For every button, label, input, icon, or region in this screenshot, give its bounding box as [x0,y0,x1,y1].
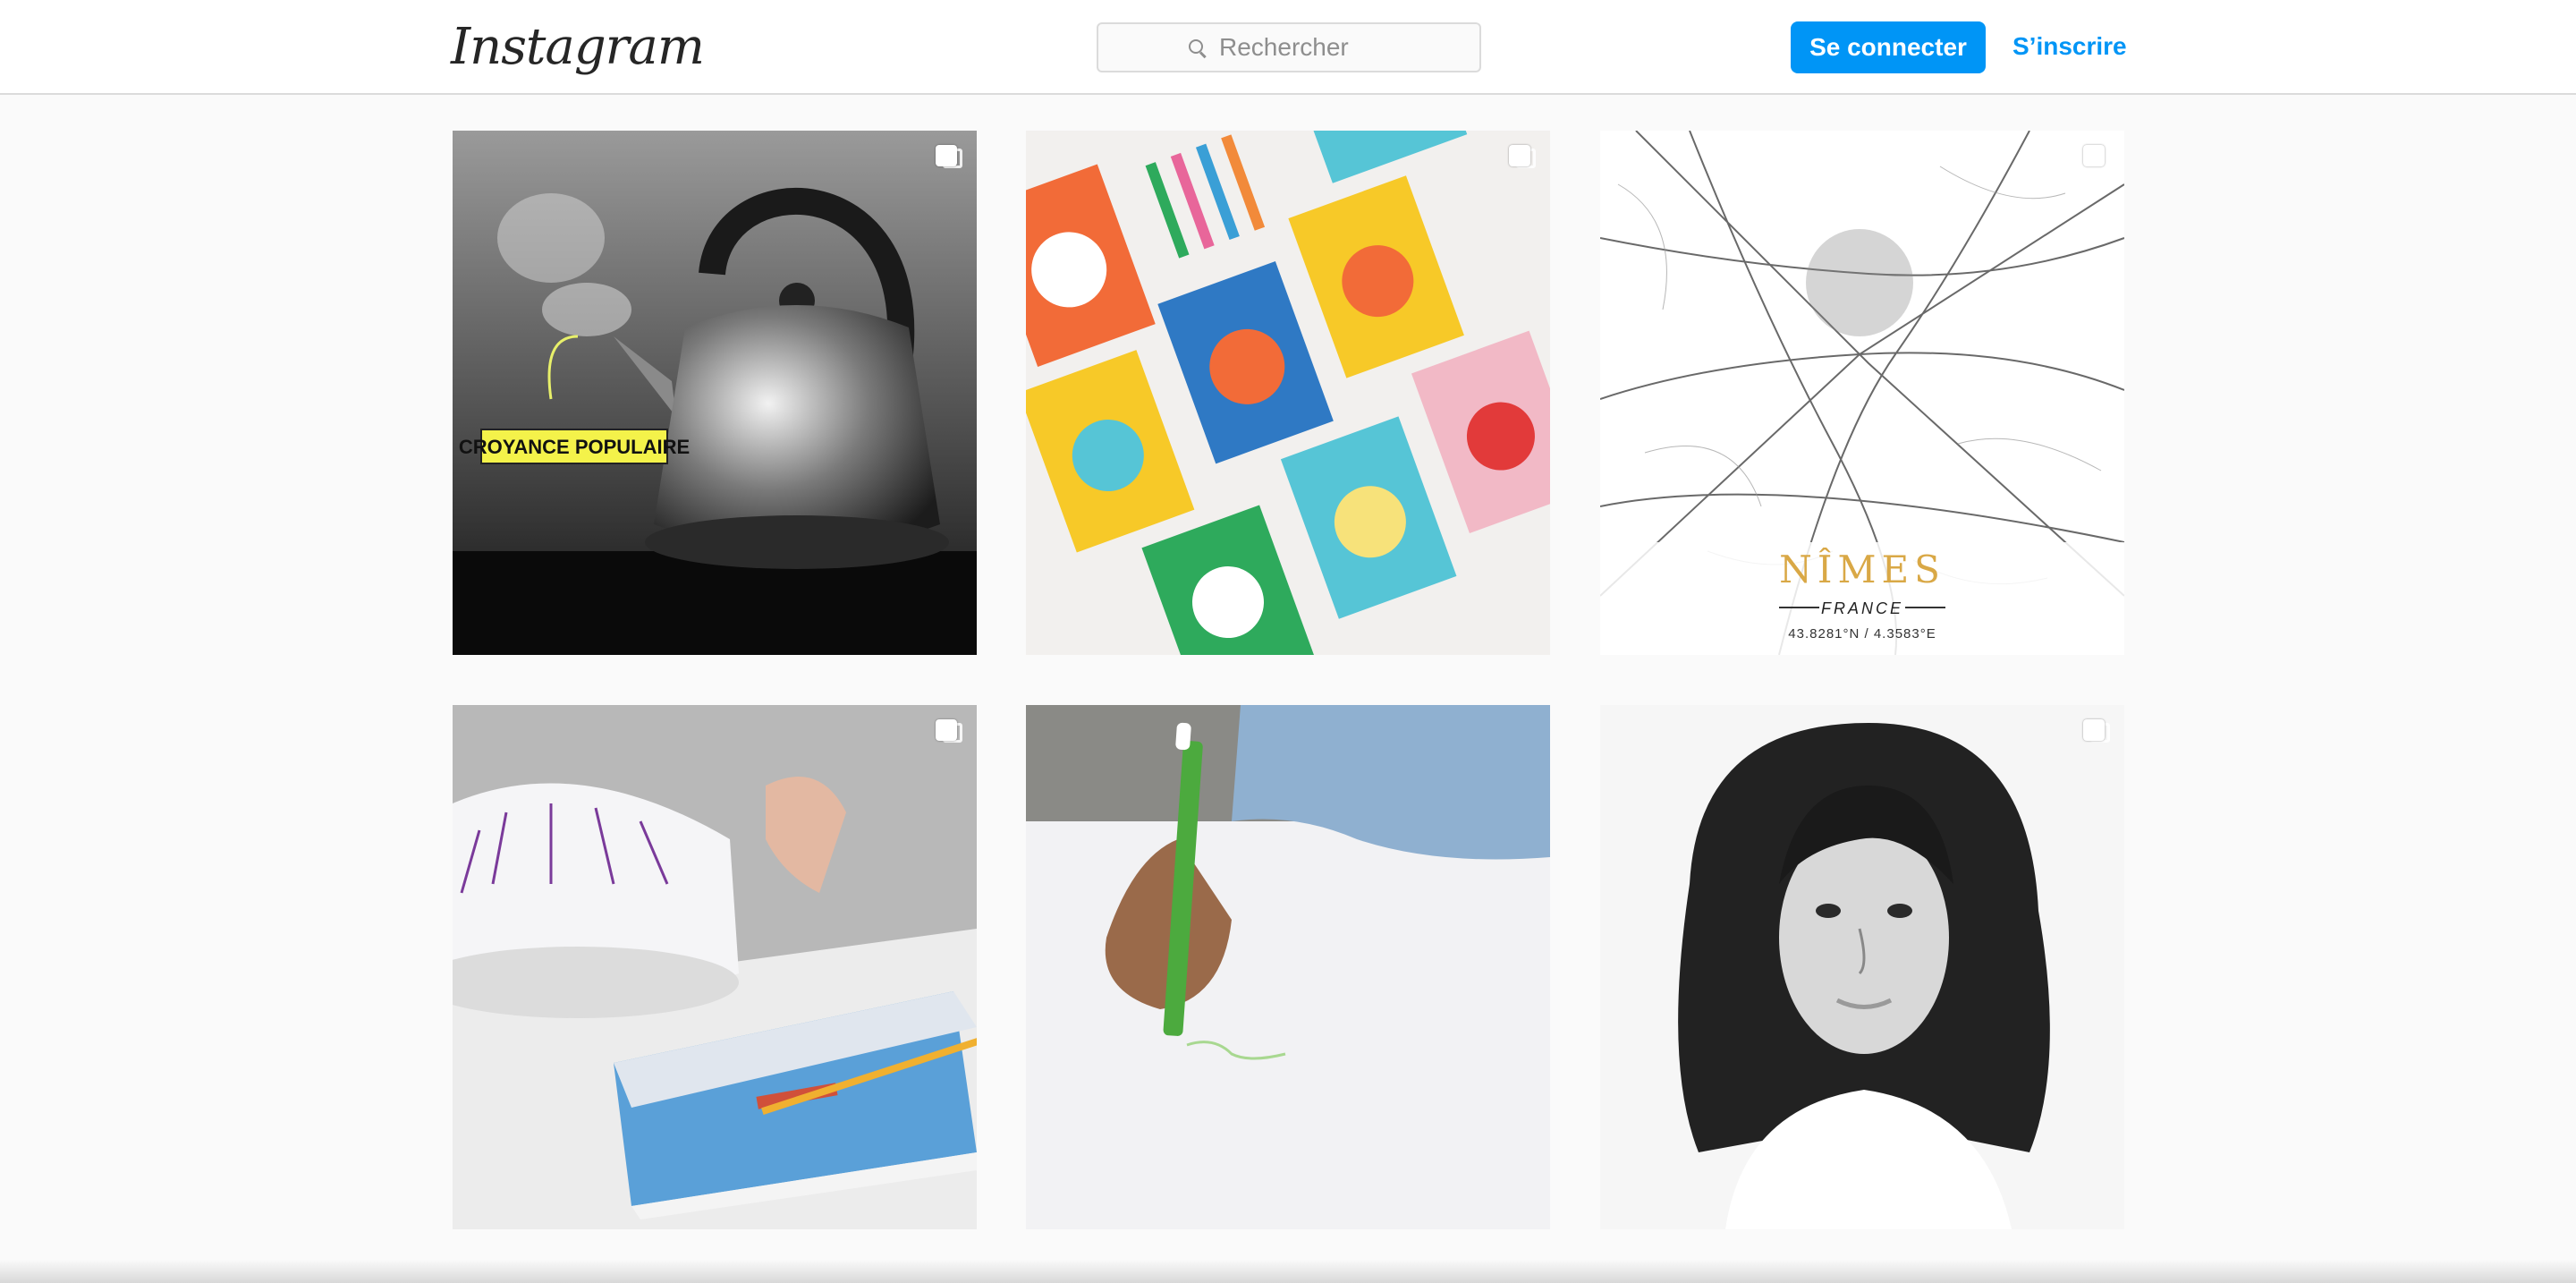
carousel-icon [936,145,962,172]
post-thumbnail-posters[interactable] [1026,131,1550,655]
post-thumbnail-tongue-drum[interactable] [453,705,977,1229]
search-icon [1187,38,1207,59]
search-input[interactable] [1217,32,1391,63]
map-country-text: FRANCE [1821,599,1903,617]
top-navigation-bar: Instagram Se connecter S’inscrire [0,0,2576,95]
search-box[interactable] [1097,22,1481,72]
post-thumbnail-pen-writing[interactable] [1026,705,1550,1229]
post-thumbnail-nimes-map[interactable]: NÎMES FRANCE 43.8281°N / 4.3583°E [1600,131,2124,655]
signup-link[interactable]: S’inscrire [2012,27,2127,66]
kettle-overlay-text: CROYANCE POPULAIRE [459,436,690,458]
post-thumbnail-kettle[interactable]: CROYANCE POPULAIRE [453,131,977,655]
post-thumbnail-portrait[interactable] [1600,705,2124,1229]
map-coords-text: 43.8281°N / 4.3583°E [1788,626,1936,642]
carousel-icon [2083,145,2110,172]
map-city-text: NÎMES [1779,547,1945,591]
carousel-icon [1509,145,1536,172]
instagram-logo[interactable]: Instagram [451,16,705,79]
carousel-icon [936,719,962,746]
carousel-icon [2083,719,2110,746]
login-button[interactable]: Se connecter [1791,21,1986,73]
page-bottom-edge [0,1260,2576,1283]
